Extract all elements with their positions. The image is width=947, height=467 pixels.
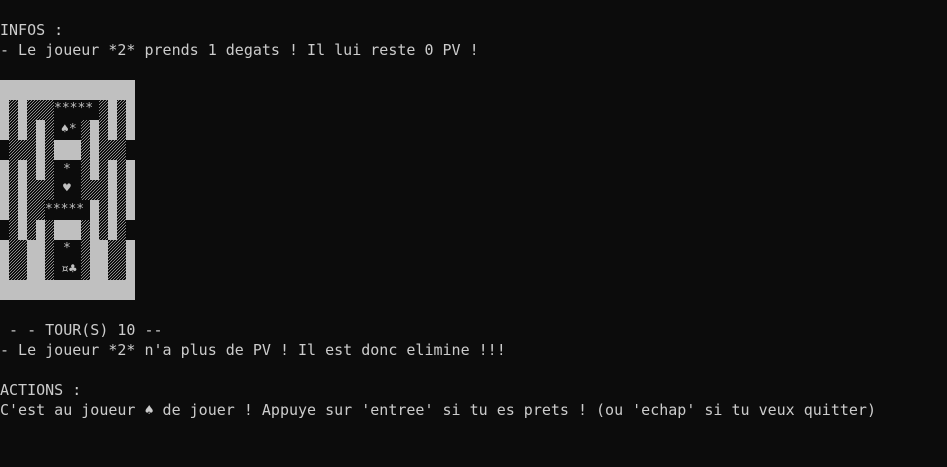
console-window: INFOS : - Le joueur *2* prends 1 degats … — [0, 0, 947, 467]
wall — [18, 160, 27, 200]
turn-header: - - TOUR(S) 10 -- — [0, 321, 163, 339]
left-gap-top — [0, 140, 9, 160]
wall — [18, 200, 27, 240]
wall — [108, 160, 117, 200]
actions-header: ACTIONS : — [0, 381, 82, 399]
wall — [108, 200, 117, 240]
wall — [54, 220, 81, 240]
board-row-stars-top: ***** — [54, 101, 93, 116]
infos-header: INFOS : — [0, 21, 64, 39]
wall — [90, 240, 108, 280]
wall — [54, 140, 81, 160]
right-gap-bottom — [126, 220, 135, 240]
wall — [18, 100, 27, 140]
board-row-bottom: ¤♣ — [61, 262, 77, 277]
wall — [36, 220, 45, 280]
wall — [108, 100, 117, 140]
board-row-star-b: * — [63, 241, 71, 256]
right-gap-top — [126, 140, 135, 160]
board-row-star-a: * — [63, 162, 71, 177]
board-map: ***** ♠* * ♥ ***** * ¤♣ — [0, 100, 135, 280]
wall — [90, 200, 99, 240]
board-row-heart: ♥ — [63, 181, 71, 196]
left-gap-bottom — [0, 220, 9, 240]
turn-message: - Le joueur *2* n'a plus de PV ! Il est … — [0, 341, 506, 359]
wall — [36, 120, 45, 180]
actions-message: C'est au joueur ♠ de jouer ! Appuye sur … — [0, 401, 876, 419]
board-row-spade: ♠* — [61, 122, 77, 137]
board-row-stars-mid: ***** — [45, 202, 84, 217]
game-board: ***** ♠* * ♥ ***** * ¤♣ — [0, 80, 135, 300]
infos-message: - Le joueur *2* prends 1 degats ! Il lui… — [0, 41, 479, 59]
wall — [90, 120, 99, 180]
